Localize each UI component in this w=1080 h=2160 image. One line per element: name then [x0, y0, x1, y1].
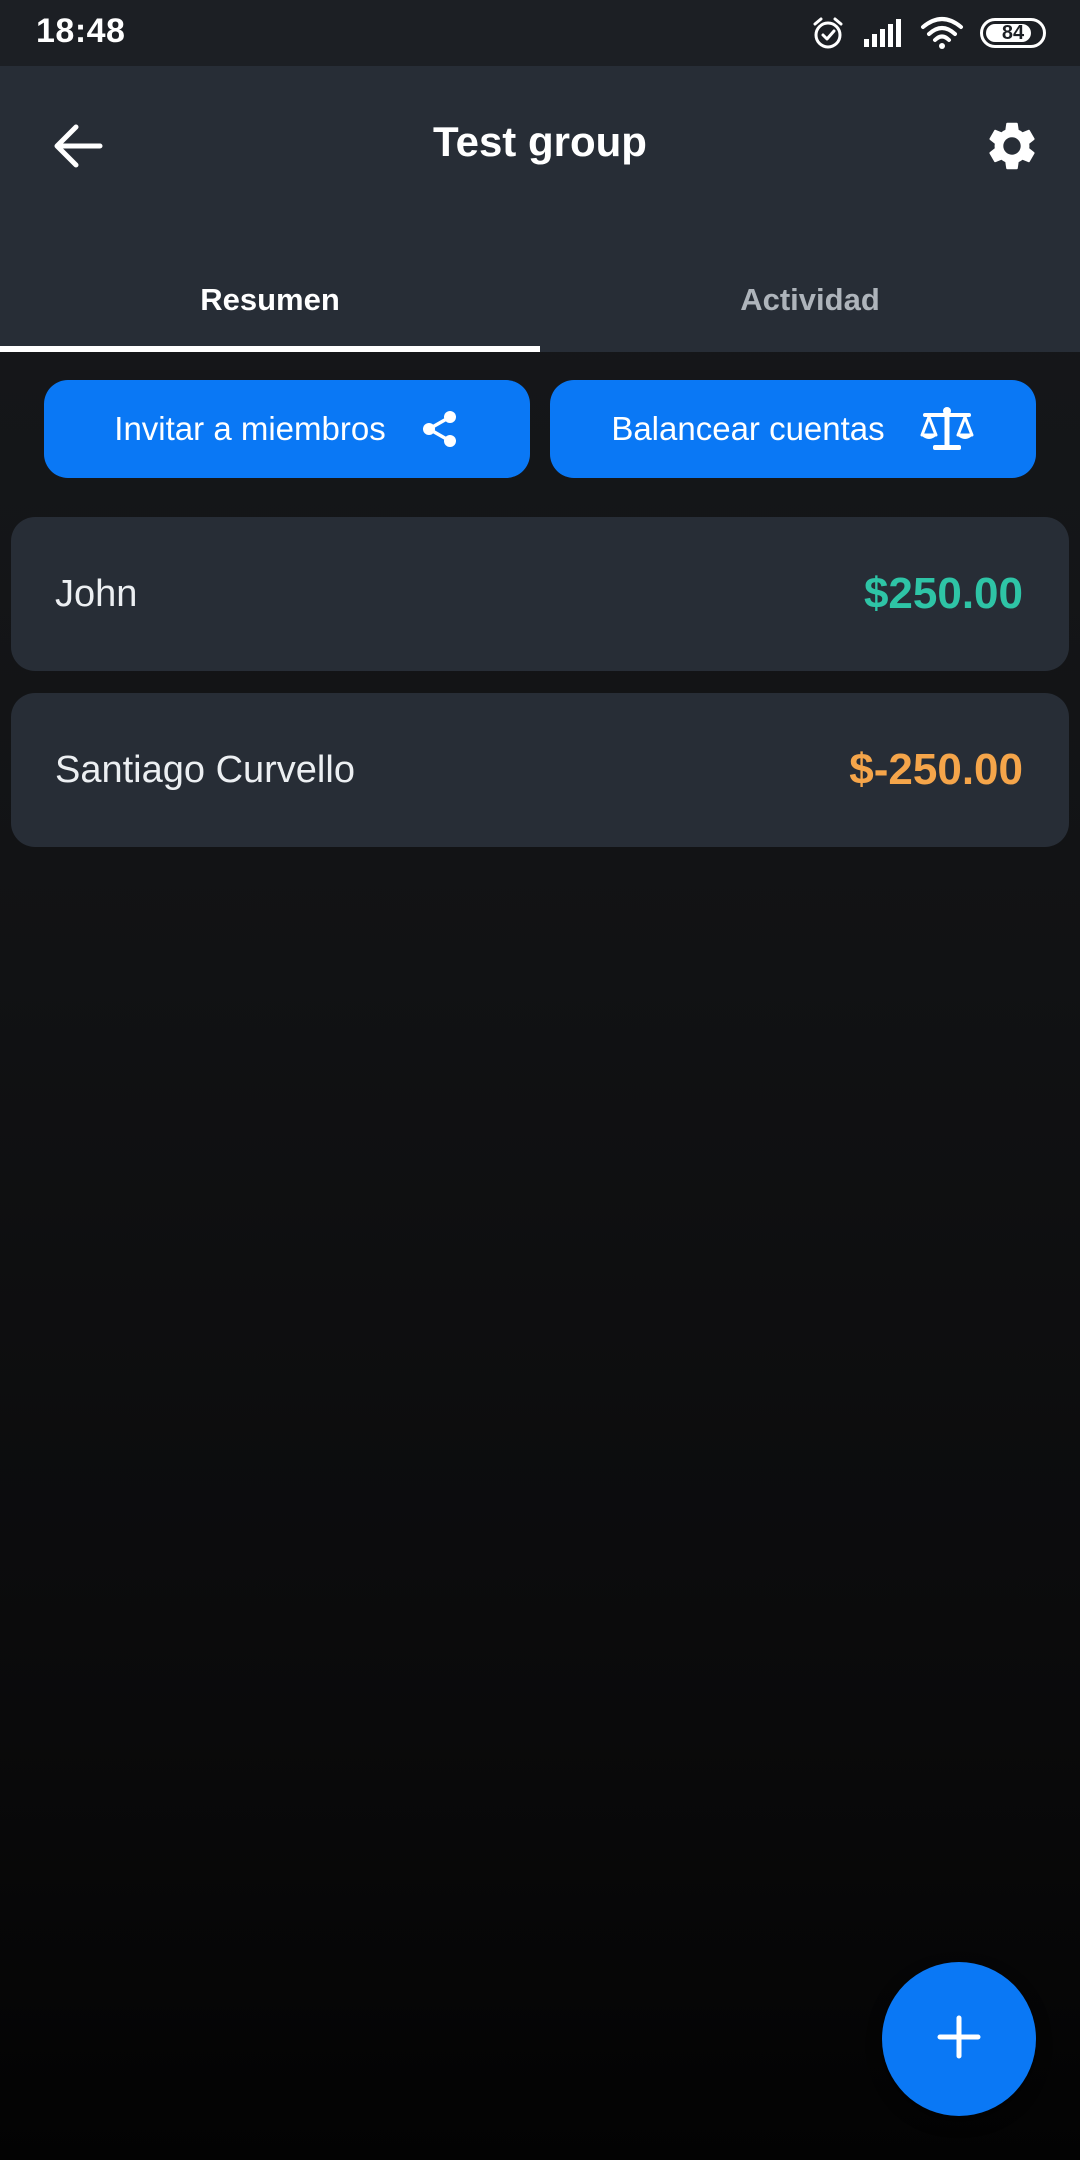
share-icon: [420, 409, 460, 449]
invite-members-label: Invitar a miembros: [114, 410, 386, 447]
screen: 18:48 84 Test group Resumen Actividad In…: [0, 0, 1080, 2160]
status-bar: 18:48 84: [0, 0, 1080, 66]
gear-icon: [983, 117, 1041, 180]
status-icons: 84: [810, 14, 1046, 52]
member-balance: $-250.00: [849, 745, 1023, 794]
member-balance: $250.00: [863, 569, 1023, 618]
member-list: John $250.00 Santiago Curvello $-250.00: [11, 517, 1069, 869]
plus-icon: [936, 2014, 982, 2065]
tab-actividad[interactable]: Actividad: [540, 256, 1080, 352]
scale-icon: [919, 405, 975, 453]
action-buttons: Invitar a miembros Balancear cuentas: [44, 380, 1036, 478]
member-name: John: [55, 572, 138, 615]
settings-button[interactable]: [974, 110, 1050, 186]
invite-members-button[interactable]: Invitar a miembros: [44, 380, 530, 478]
app-bar: Test group Resumen Actividad: [0, 66, 1080, 352]
battery-level: 84: [1001, 21, 1025, 44]
signal-icon: [862, 17, 904, 49]
list-item[interactable]: John $250.00: [11, 517, 1069, 671]
add-expense-button[interactable]: [882, 1962, 1036, 2116]
balance-accounts-button[interactable]: Balancear cuentas: [550, 380, 1036, 478]
wifi-icon: [920, 16, 964, 50]
list-item[interactable]: Santiago Curvello $-250.00: [11, 693, 1069, 847]
alarm-icon: [810, 15, 846, 51]
tab-resumen[interactable]: Resumen: [0, 256, 540, 352]
tab-bar: Resumen Actividad: [0, 256, 1080, 352]
battery-icon: 84: [980, 18, 1046, 48]
status-time: 18:48: [36, 12, 126, 50]
balance-accounts-label: Balancear cuentas: [611, 410, 885, 447]
member-name: Santiago Curvello: [55, 748, 355, 791]
page-title: Test group: [433, 118, 647, 165]
